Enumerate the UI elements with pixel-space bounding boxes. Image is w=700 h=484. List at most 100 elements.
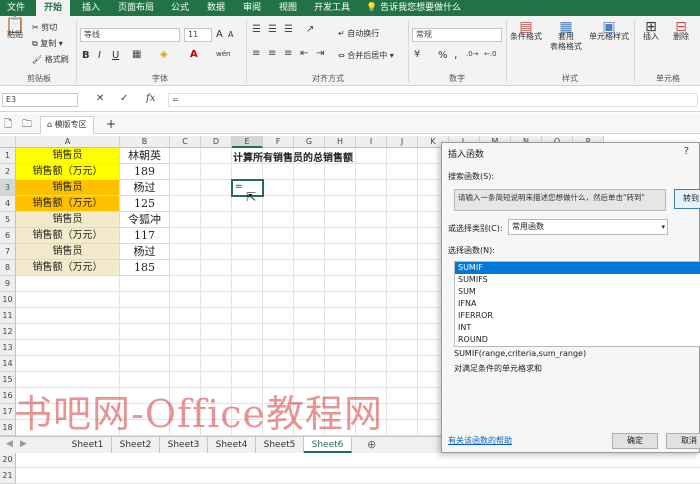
row-header[interactable]: 8 bbox=[0, 260, 16, 276]
font-color-icon[interactable]: A bbox=[190, 49, 198, 60]
insert-cells-button[interactable]: ⊞ 插入 bbox=[638, 20, 664, 42]
column-header[interactable]: J bbox=[387, 136, 418, 148]
tab-view[interactable]: 视图 bbox=[272, 0, 304, 16]
ok-button[interactable]: 确定 bbox=[612, 433, 658, 449]
label-cell[interactable]: 销售额（万元） bbox=[16, 260, 120, 276]
column-header[interactable]: A bbox=[16, 136, 120, 148]
column-header[interactable]: E bbox=[232, 136, 263, 148]
function-list-item[interactable]: ROUND bbox=[455, 334, 700, 346]
border-icon[interactable]: ▦ bbox=[132, 49, 141, 60]
select-all-corner[interactable] bbox=[0, 136, 16, 148]
increase-decimal-icon[interactable]: .0→ bbox=[466, 50, 479, 58]
decrease-decimal-icon[interactable]: ←.0 bbox=[484, 50, 497, 58]
tab-review[interactable]: 审阅 bbox=[236, 0, 268, 16]
sheet-tab[interactable]: Sheet2 bbox=[112, 437, 160, 453]
align-top-icon[interactable]: ☰ bbox=[252, 24, 261, 35]
phonetic-button[interactable]: wén bbox=[216, 50, 230, 58]
tab-insert[interactable]: 插入 bbox=[74, 0, 108, 16]
function-list-item[interactable]: IFNA bbox=[455, 298, 700, 310]
row-header[interactable]: 5 bbox=[0, 212, 16, 228]
column-header[interactable]: F bbox=[263, 136, 294, 148]
row-header[interactable]: 1 bbox=[0, 148, 16, 164]
sheet-tab[interactable]: Sheet4 bbox=[208, 437, 256, 453]
help-icon[interactable]: ? bbox=[684, 146, 689, 157]
underline-button[interactable]: U bbox=[112, 50, 119, 61]
value-cell[interactable]: 189 bbox=[120, 164, 170, 180]
row-header[interactable]: 20 bbox=[0, 452, 16, 468]
font-name-select[interactable]: 等线 bbox=[80, 28, 180, 42]
cancel-icon[interactable]: ✕ bbox=[96, 93, 104, 104]
tab-data[interactable]: 数据 bbox=[200, 0, 232, 16]
italic-button[interactable]: I bbox=[98, 50, 101, 61]
increase-indent-icon[interactable]: ⇥ bbox=[316, 48, 324, 59]
row-header[interactable]: 13 bbox=[0, 340, 16, 356]
row-header[interactable]: 14 bbox=[0, 356, 16, 372]
font-size-select[interactable]: 11 bbox=[184, 28, 212, 42]
cell-styles-button[interactable]: ▣ 单元格样式 bbox=[588, 20, 630, 42]
help-link[interactable]: 有关该函数的帮助 bbox=[448, 435, 512, 446]
add-tab-button[interactable]: + bbox=[106, 117, 116, 131]
open-folder-icon[interactable]: 🗀 bbox=[22, 117, 32, 134]
function-list-item[interactable]: IFERROR bbox=[455, 310, 700, 322]
row-header[interactable]: 3 bbox=[0, 180, 16, 196]
row-header[interactable]: 11 bbox=[0, 308, 16, 324]
align-right-icon[interactable]: ≡ bbox=[284, 48, 292, 59]
value-cell[interactable]: 185 bbox=[120, 260, 170, 276]
sheet-tab[interactable]: Sheet5 bbox=[256, 437, 304, 453]
row-header[interactable]: 2 bbox=[0, 164, 16, 180]
delete-cells-button[interactable]: ⊟ 删除 bbox=[668, 20, 694, 42]
currency-icon[interactable]: ¥ bbox=[414, 49, 420, 60]
label-cell[interactable]: 销售额（万元） bbox=[16, 164, 120, 180]
enter-icon[interactable]: ✓ bbox=[120, 93, 128, 104]
tab-page-layout[interactable]: 页面布局 bbox=[112, 0, 160, 16]
format-as-table-button[interactable]: ▦ 套用 表格格式 bbox=[546, 20, 586, 52]
insert-function-icon[interactable]: fx bbox=[146, 93, 155, 104]
value-cell[interactable]: 令狐冲 bbox=[120, 212, 170, 228]
function-list-item[interactable]: SUMIFS bbox=[455, 274, 700, 286]
function-list-item[interactable]: SUMIF bbox=[455, 262, 700, 274]
value-cell[interactable]: 林朝英 bbox=[120, 148, 170, 164]
cut-button[interactable]: ✂ 剪切 bbox=[32, 22, 57, 33]
grow-font-button[interactable]: A bbox=[216, 29, 223, 40]
sheet-tab[interactable]: Sheet3 bbox=[160, 437, 208, 453]
row-header[interactable]: 21 bbox=[0, 468, 16, 484]
row-header[interactable]: 7 bbox=[0, 244, 16, 260]
row-header[interactable]: 4 bbox=[0, 196, 16, 212]
fill-color-icon[interactable]: ◈ bbox=[160, 49, 168, 60]
label-cell[interactable]: 销售员 bbox=[16, 148, 120, 164]
row-header[interactable]: 10 bbox=[0, 292, 16, 308]
merge-center-button[interactable]: ⇔ 合并后居中 ▾ bbox=[338, 50, 394, 61]
tell-me-box[interactable]: 💡 告诉我您想要做什么 bbox=[366, 0, 466, 16]
value-cell[interactable]: 杨过 bbox=[120, 180, 170, 196]
new-file-icon[interactable]: 🗋 bbox=[4, 117, 12, 134]
number-format-select[interactable]: 常规 bbox=[412, 28, 502, 42]
new-sheet-icon[interactable]: ⊕ bbox=[367, 438, 376, 451]
row-header[interactable]: 9 bbox=[0, 276, 16, 292]
format-painter-button[interactable]: 🖌 格式刷 bbox=[32, 54, 69, 65]
label-cell[interactable]: 销售额（万元） bbox=[16, 228, 120, 244]
template-tab[interactable]: ⌂ 模版专区 bbox=[40, 116, 94, 134]
label-cell[interactable]: 销售员 bbox=[16, 212, 120, 228]
tab-file[interactable]: 文件 bbox=[0, 0, 32, 16]
row-header[interactable]: 12 bbox=[0, 324, 16, 340]
search-input[interactable]: 请输入一条简短说明来描述您想做什么，然后单击"转到" bbox=[454, 189, 666, 211]
comma-button[interactable]: , bbox=[454, 48, 458, 61]
align-center-icon[interactable]: ≡ bbox=[268, 48, 276, 59]
sheet-tab[interactable]: Sheet1 bbox=[64, 437, 112, 453]
function-list-item[interactable]: INT bbox=[455, 322, 700, 334]
go-button[interactable]: 转到 bbox=[674, 189, 700, 209]
decrease-indent-icon[interactable]: ⇤ bbox=[300, 48, 308, 59]
label-cell[interactable]: 销售员 bbox=[16, 244, 120, 260]
column-header[interactable]: D bbox=[201, 136, 232, 148]
value-cell[interactable]: 117 bbox=[120, 228, 170, 244]
percent-button[interactable]: % bbox=[438, 50, 448, 61]
formula-input[interactable]: = bbox=[168, 93, 698, 107]
paste-button[interactable]: 📋 粘贴 bbox=[4, 17, 26, 40]
wrap-text-button[interactable]: ↵ 自动换行 bbox=[338, 28, 379, 39]
align-bottom-icon[interactable]: ☰ bbox=[284, 24, 293, 35]
name-box[interactable]: E3 bbox=[2, 93, 78, 107]
bold-button[interactable]: B bbox=[82, 50, 90, 61]
scroll-right-icon[interactable]: ▶ bbox=[20, 439, 27, 449]
tab-developer[interactable]: 开发工具 bbox=[308, 0, 356, 16]
sheet-tab[interactable]: Sheet6 bbox=[304, 437, 352, 453]
